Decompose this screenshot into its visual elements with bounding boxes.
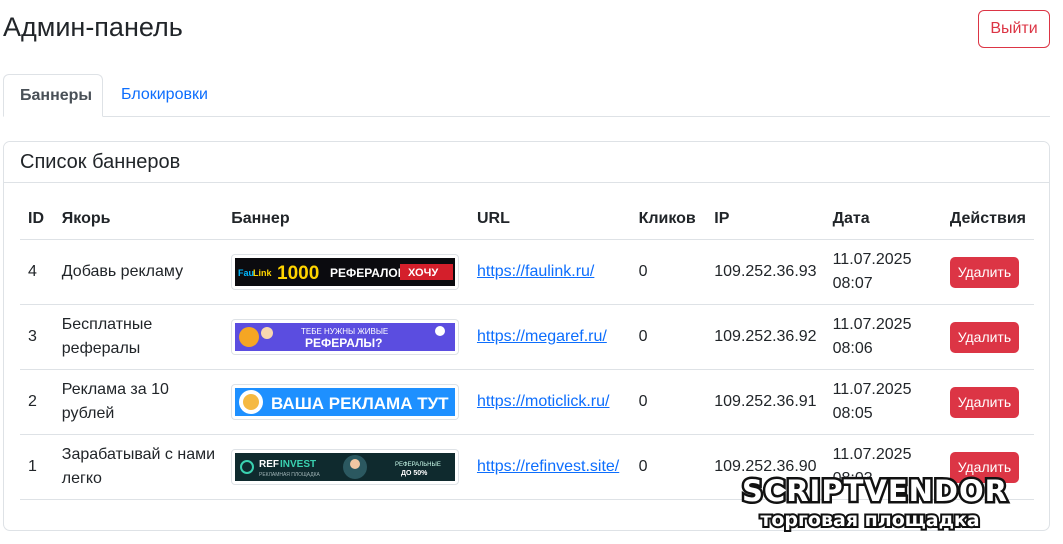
cell-date: 11.07.2025 08:07: [824, 239, 942, 305]
cell-actions: Удалить: [941, 369, 1034, 435]
logout-button[interactable]: Выйти: [978, 10, 1050, 48]
date-value: 11.07.2025: [832, 251, 912, 268]
cell-anchor: Реклама за 10 рублей: [53, 369, 224, 435]
cell-clicks: 0: [630, 304, 707, 370]
banner-text: INVEST: [280, 459, 316, 470]
table-row: 2 Реклама за 10 рублей ВАША РЕКЛАМА ТУТ …: [20, 369, 1034, 435]
banner-text: ХОЧУ: [408, 267, 438, 279]
banner-url-link[interactable]: https://faulink.ru/: [477, 263, 594, 280]
cell-id: 4: [20, 239, 54, 305]
delete-button[interactable]: Удалить: [949, 386, 1019, 418]
card-title: Список баннеров: [4, 142, 1049, 183]
banner-text: ТЕБЕ НУЖНЫ ЖИВЫЕ: [301, 327, 388, 336]
cell-clicks: 0: [630, 239, 707, 305]
cell-banner: REF INVEST РЕКЛАМНАЯ ПЛОЩАДКА РЕФЕРАЛЬНЫ…: [223, 434, 469, 500]
banner-text: REF: [259, 459, 279, 470]
table-header-row: ID Якорь Баннер URL Кликов IP Дата Дейст…: [20, 199, 1034, 240]
banner-text: Fau: [238, 268, 254, 278]
watermark-tagline: торговая площадка: [760, 509, 979, 531]
cell-ip: 109.252.36.92: [706, 304, 825, 370]
banner-image: REF INVEST РЕКЛАМНАЯ ПЛОЩАДКА РЕФЕРАЛЬНЫ…: [231, 449, 460, 485]
cell-actions: Удалить: [941, 239, 1034, 305]
cell-url: https://faulink.ru/: [468, 239, 631, 305]
column-header-url: URL: [468, 199, 631, 240]
column-header-clicks: Кликов: [630, 199, 707, 240]
cell-banner: ТЕБЕ НУЖНЫ ЖИВЫЕ РЕФЕРАЛЫ?: [223, 304, 469, 370]
cell-url: https://megaref.ru/: [468, 304, 631, 370]
cell-anchor: Добавь рекламу: [53, 239, 224, 305]
column-header-ip: IP: [706, 199, 825, 240]
column-header-id: ID: [20, 199, 54, 240]
cell-ip: 109.252.36.91: [706, 369, 825, 435]
cell-url: https://moticlick.ru/: [468, 369, 631, 435]
cell-anchor: Бесплатные рефералы: [53, 304, 224, 370]
delete-button[interactable]: Удалить: [949, 256, 1019, 288]
cell-id: 1: [20, 434, 54, 500]
column-header-anchor: Якорь: [53, 199, 224, 240]
cell-date: 11.07.2025 08:06: [824, 304, 942, 370]
cell-date: 11.07.2025 08:05: [824, 369, 942, 435]
cell-actions: Удалить: [941, 304, 1034, 370]
banners-card: Список баннеров ID Якорь Баннер URL Клик…: [3, 141, 1050, 531]
delete-button[interactable]: Удалить: [949, 321, 1019, 353]
banner-url-link[interactable]: https://refinvest.site/: [477, 458, 619, 475]
cell-clicks: 0: [630, 434, 707, 500]
time-value: 08:05: [832, 405, 873, 422]
cell-id: 3: [20, 304, 54, 370]
banner-text: ВАША РЕКЛАМА ТУТ: [271, 394, 449, 413]
banners-table: ID Якорь Баннер URL Кликов IP Дата Дейст…: [20, 199, 1034, 500]
time-value: 08:06: [832, 340, 873, 357]
cell-ip: 109.252.36.93: [706, 239, 825, 305]
date-value: 11.07.2025: [832, 446, 912, 463]
table-row: 3 Бесплатные рефералы ТЕБЕ НУЖНЫ ЖИВЫЕ Р…: [20, 304, 1034, 370]
banner-text: РЕФЕРАЛЫ?: [305, 336, 383, 350]
banner-image: ВАША РЕКЛАМА ТУТ: [231, 384, 460, 420]
banner-image: Fau Link 1000 РЕФЕРАЛОВ? ХОЧУ: [231, 254, 460, 290]
tab-blocks[interactable]: Блокировки: [105, 74, 224, 116]
cell-url: https://refinvest.site/: [468, 434, 631, 500]
cell-banner: ВАША РЕКЛАМА ТУТ: [223, 369, 469, 435]
column-header-date: Дата: [824, 199, 942, 240]
time-value: 08:07: [832, 275, 873, 292]
date-value: 11.07.2025: [832, 381, 912, 398]
banner-text: Link: [253, 268, 272, 278]
cell-anchor: Зарабатывай с нами легко: [53, 434, 224, 500]
date-value: 11.07.2025: [832, 316, 912, 333]
column-header-banner: Баннер: [223, 199, 469, 240]
watermark-logo: SCRIPTVENDOR торговая площадка: [740, 474, 1010, 533]
banner-text: РЕКЛАМНАЯ ПЛОЩАДКА: [259, 472, 321, 478]
banner-url-link[interactable]: https://moticlick.ru/: [477, 393, 609, 410]
banner-text: РЕФЕРАЛЬНЫЕ: [395, 462, 441, 468]
cell-banner: Fau Link 1000 РЕФЕРАЛОВ? ХОЧУ: [223, 239, 469, 305]
cell-clicks: 0: [630, 369, 707, 435]
watermark-brand: SCRIPTVENDOR: [742, 474, 1008, 508]
banner-image: ТЕБЕ НУЖНЫ ЖИВЫЕ РЕФЕРАЛЫ?: [231, 319, 460, 355]
banner-url-link[interactable]: https://megaref.ru/: [477, 328, 607, 345]
column-header-actions: Действия: [941, 199, 1034, 240]
page-title: Админ-панель: [3, 12, 183, 42]
banner-text: 1000: [277, 263, 319, 284]
cell-id: 2: [20, 369, 54, 435]
tab-bar: Баннеры Блокировки: [3, 74, 1050, 117]
banner-text: ДО 50%: [401, 470, 428, 477]
tab-banners[interactable]: Баннеры: [3, 74, 103, 117]
table-row: 4 Добавь рекламу Fau Link 1000 РЕФЕРАЛОВ…: [20, 239, 1034, 305]
